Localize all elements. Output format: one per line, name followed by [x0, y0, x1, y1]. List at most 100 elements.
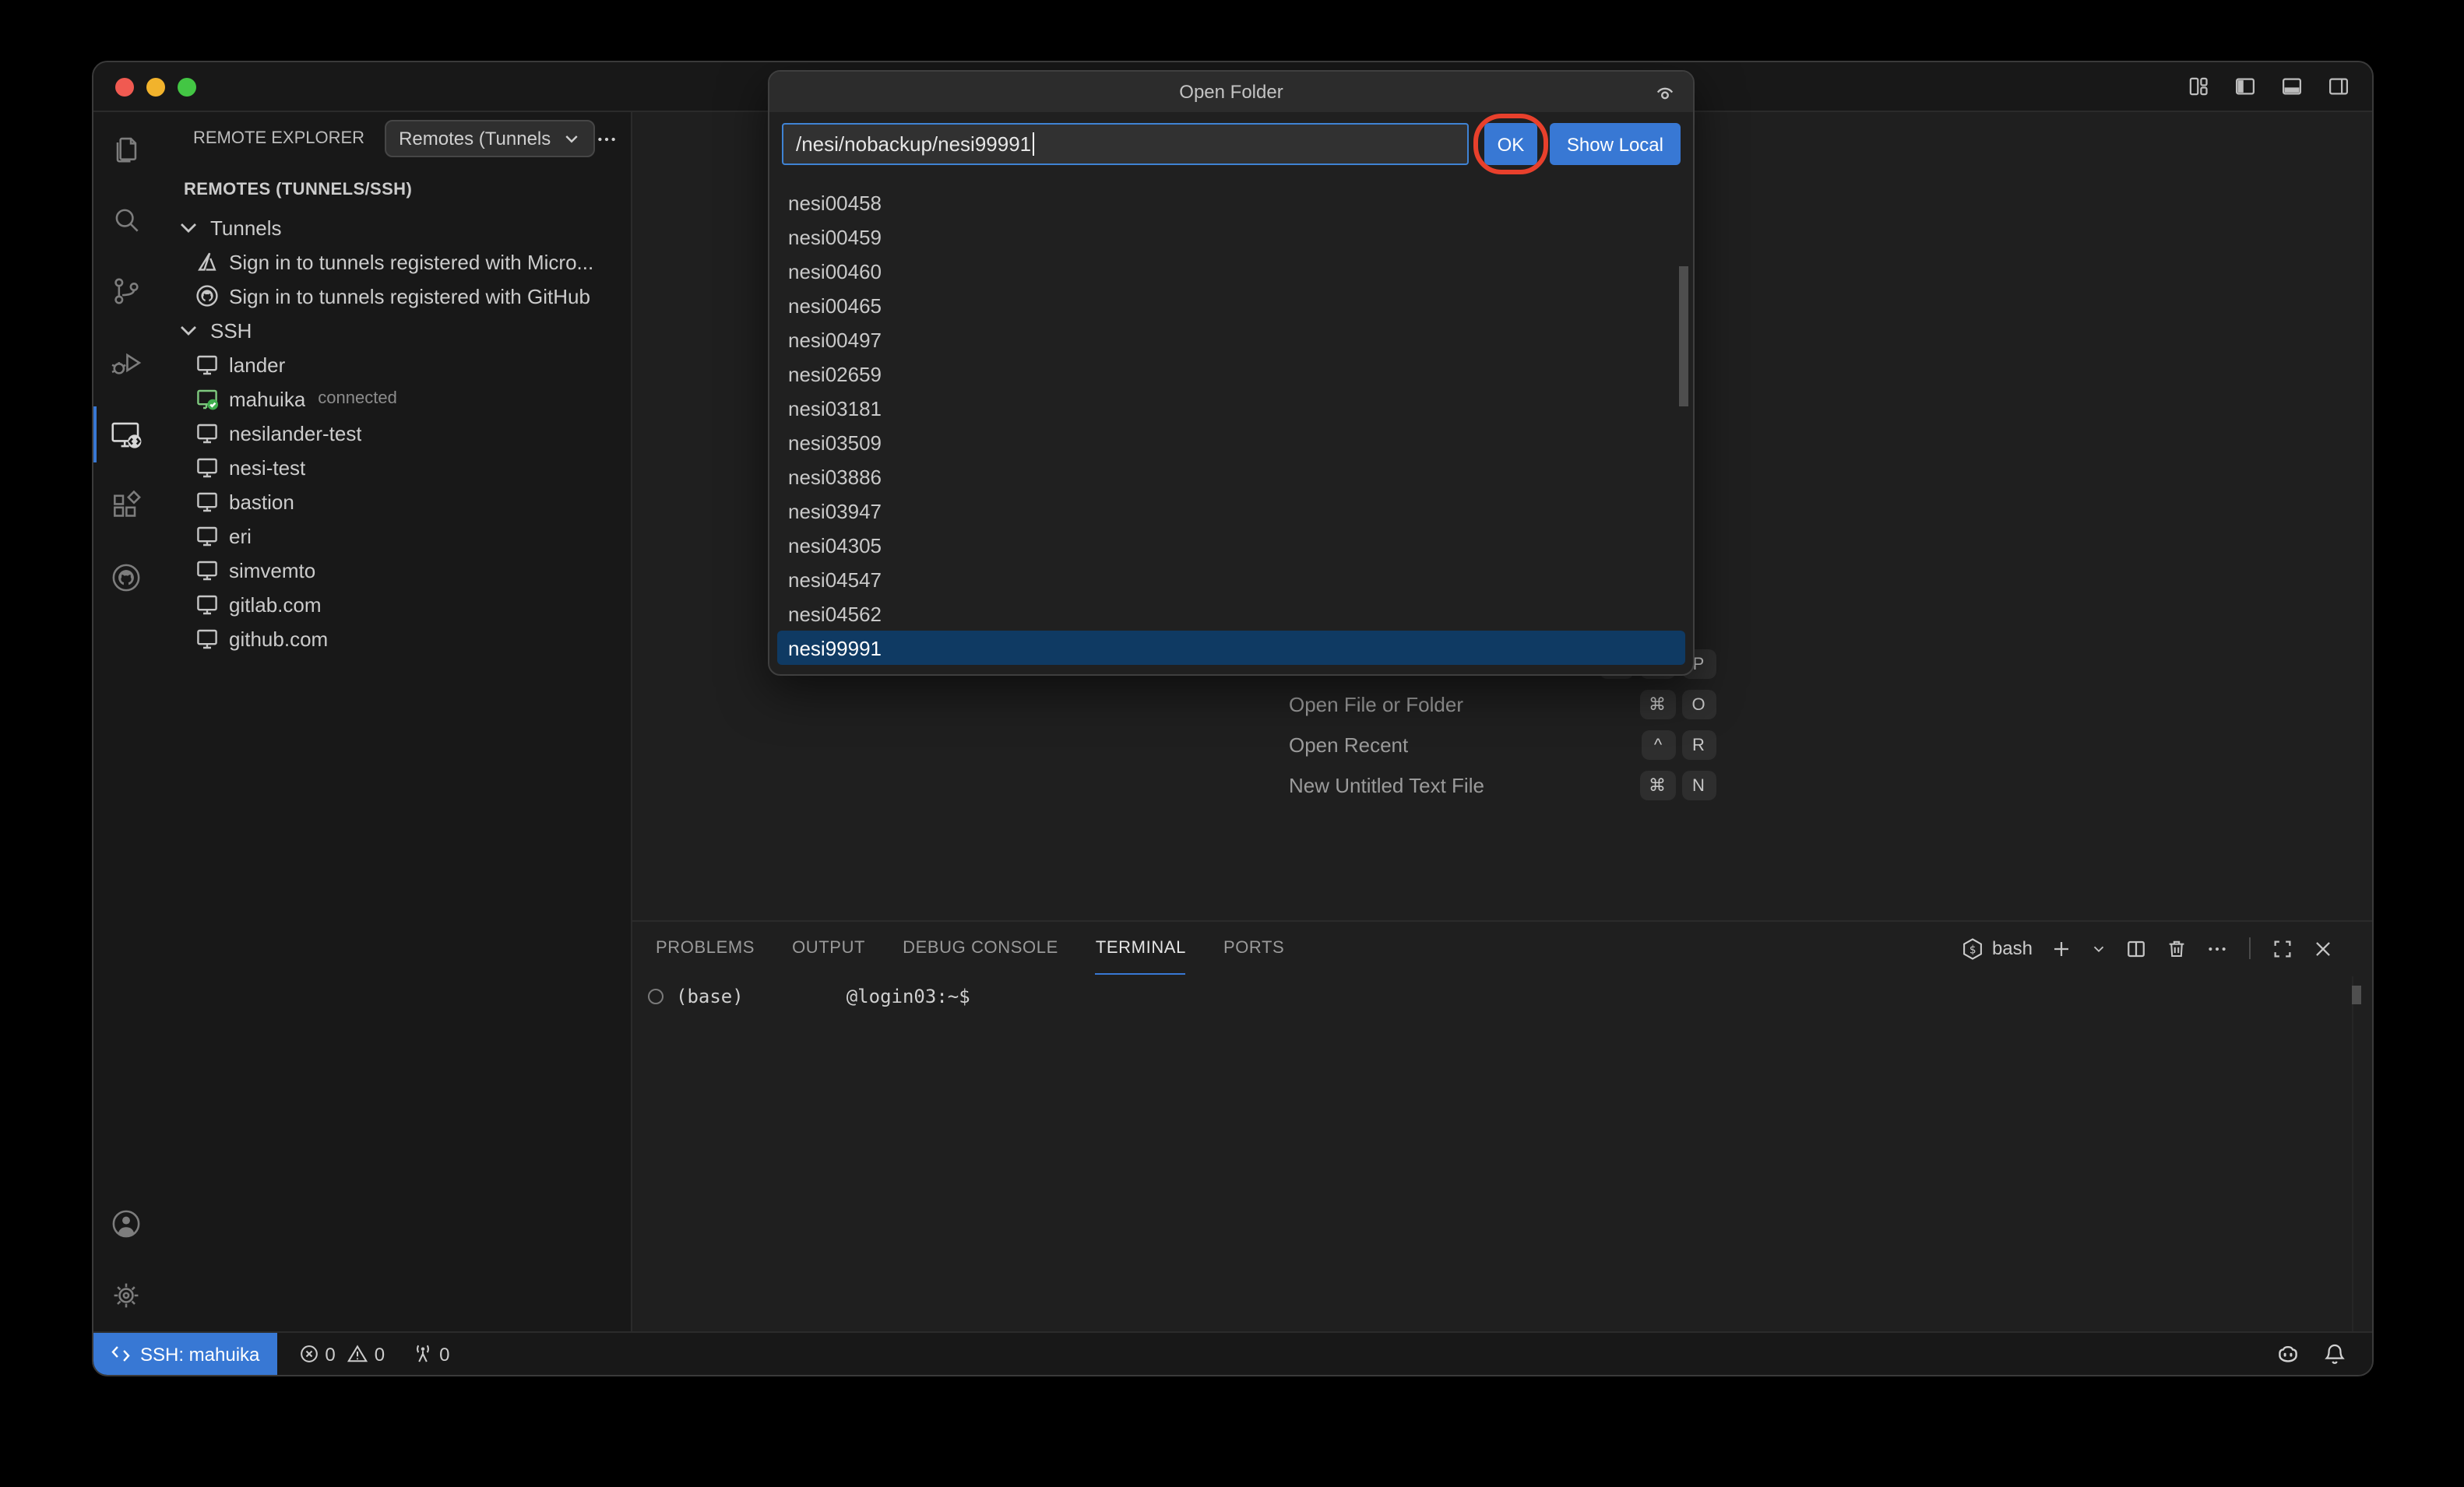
new-terminal-icon[interactable] [2050, 937, 2073, 960]
vm-icon [195, 455, 220, 480]
activity-bar-item-github[interactable] [93, 542, 157, 613]
chevron-down-icon [176, 318, 201, 343]
remote-item-ssh[interactable]: SSH [157, 313, 631, 347]
dialog-scrollbar-thumb[interactable] [1679, 266, 1688, 406]
forwarded-ports-status[interactable]: 0 [413, 1343, 449, 1365]
vm-connected-icon [195, 386, 220, 411]
maximize-panel-icon[interactable] [2271, 937, 2294, 960]
close-panel-icon[interactable] [2311, 937, 2335, 960]
toggle-panel-icon[interactable] [2280, 75, 2304, 98]
activity-bar-spacer [93, 613, 157, 1188]
remote-item-sign-in-to-tunnels-registered-with-github[interactable]: Sign in to tunnels registered with GitHu… [157, 279, 631, 313]
shortcut-row: Open Recent^R [1289, 730, 1716, 760]
source-control-icon [108, 274, 143, 308]
activity-bar-item-accounts[interactable] [93, 1188, 157, 1260]
vm-icon [195, 489, 220, 514]
activity-bar-item-extensions[interactable] [93, 470, 157, 542]
remote-indicator-label: SSH: mahuika [140, 1343, 259, 1365]
command-decoration-icon [648, 988, 664, 1004]
panel-tab-ports[interactable]: PORTS [1223, 922, 1284, 975]
remote-item-nesi-test[interactable]: nesi-test [157, 450, 631, 484]
panel-tab-debug-console[interactable]: DEBUG CONSOLE [903, 922, 1058, 975]
remote-item-nesilander-test[interactable]: nesilander-test [157, 416, 631, 450]
terminal-shell-chip[interactable]: $ bash [1961, 937, 2033, 960]
remotes-tree: Tunnels Sign in to tunnels registered wit… [157, 210, 631, 656]
chevron-down-icon [561, 129, 580, 148]
show-local-button-label: Show Local [1567, 133, 1663, 155]
shortcut-row: Open File or Folder⌘O [1289, 690, 1716, 719]
open-folder-dialog: Open Folder /nesi/nobackup/nesi99991 OK [768, 70, 1695, 676]
inspect-toggle-icon[interactable] [1653, 79, 1677, 104]
copilot-icon[interactable] [2276, 1341, 2300, 1366]
explorer-icon [108, 131, 143, 165]
folder-option-nesi00465[interactable]: nesi00465 [777, 288, 1685, 322]
folder-option-nesi03947[interactable]: nesi03947 [777, 494, 1685, 528]
toggle-secondary-sidebar-icon[interactable] [2327, 75, 2350, 98]
folder-option-nesi02659[interactable]: nesi02659 [777, 357, 1685, 391]
activity-bar-item-source-control[interactable] [93, 255, 157, 327]
remote-item-lander[interactable]: lander [157, 347, 631, 381]
folder-option-nesi03181[interactable]: nesi03181 [777, 391, 1685, 425]
terminal-launch-dropdown-icon[interactable] [2090, 940, 2107, 957]
activity-bar-item-search[interactable] [93, 184, 157, 255]
panel-tab-output[interactable]: OUTPUT [792, 922, 865, 975]
folder-option-nesi00458[interactable]: nesi00458 [777, 185, 1685, 220]
folder-path-input[interactable]: /nesi/nobackup/nesi99991 [782, 123, 1469, 165]
remote-item-github-com[interactable]: github.com [157, 621, 631, 656]
split-terminal-icon[interactable] [2124, 937, 2148, 960]
folder-option-nesi99991[interactable]: nesi99991 [777, 631, 1685, 665]
show-local-button[interactable]: Show Local [1550, 123, 1681, 165]
folder-option-nesi00460[interactable]: nesi00460 [777, 254, 1685, 288]
minimize-window-button[interactable] [146, 77, 165, 96]
remote-icon [111, 1344, 131, 1364]
zoom-window-button[interactable] [178, 77, 196, 96]
bottom-panel: PROBLEMS OUTPUT DEBUG CONSOLE TERMINAL PORTS… [632, 920, 2372, 1331]
activity-bar-item-remote-explorer[interactable] [93, 399, 157, 470]
search-icon [108, 202, 143, 237]
remote-indicator[interactable]: SSH: mahuika [93, 1333, 276, 1375]
folder-option-nesi03886[interactable]: nesi03886 [777, 459, 1685, 494]
vm-icon [195, 557, 220, 582]
warnings-icon [348, 1344, 368, 1364]
shortcut-label: Open Recent [1289, 733, 1641, 757]
activity-bar-item-settings-gear[interactable] [93, 1260, 157, 1331]
folder-option-nesi03509[interactable]: nesi03509 [777, 425, 1685, 459]
remote-item-simvemto[interactable]: simvemto [157, 553, 631, 587]
terminal-scrollbar-thumb[interactable] [2352, 986, 2361, 1004]
shortcut-keys: ⌘N [1639, 771, 1716, 800]
remote-item-label: Sign in to tunnels registered with Micro… [229, 250, 593, 273]
remote-item-sign-in-to-tunnels-registered-with-micro[interactable]: Sign in to tunnels registered with Micro… [157, 244, 631, 279]
activity-bar-item-explorer[interactable] [93, 112, 157, 184]
panel-tab-terminal[interactable]: TERMINAL [1096, 922, 1186, 975]
remote-item-eri[interactable]: eri [157, 519, 631, 553]
terminal-viewport[interactable]: (base) @login03:~$ [632, 975, 2372, 1331]
ok-button[interactable]: OK [1484, 123, 1537, 165]
remote-scope-select[interactable]: Remotes (Tunnels [385, 120, 594, 157]
sidebar-more-actions-icon[interactable] [594, 127, 618, 150]
remote-item-label: lander [229, 353, 285, 376]
folder-option-nesi00459[interactable]: nesi00459 [777, 220, 1685, 254]
activity-bar-item-run-debug[interactable] [93, 327, 157, 399]
vscode-window: REMOTE EXPLORER Remotes (Tunnels REMOTES… [92, 61, 2374, 1376]
remote-item-gitlab-com[interactable]: gitlab.com [157, 587, 631, 621]
customize-layout-icon[interactable] [2187, 75, 2210, 98]
remote-item-mahuika[interactable]: mahuikaconnected [157, 381, 631, 416]
folder-option-nesi04547[interactable]: nesi04547 [777, 562, 1685, 596]
panel-more-actions-icon[interactable] [2205, 937, 2229, 960]
terminal-prompt-text: @login03:~$ [847, 985, 970, 1007]
notifications-bell-icon[interactable] [2322, 1341, 2347, 1366]
keycap: ⌘ [1639, 771, 1675, 800]
remote-item-bastion[interactable]: bastion [157, 484, 631, 519]
folder-option-nesi04305[interactable]: nesi04305 [777, 528, 1685, 562]
panel-tab-problems[interactable]: PROBLEMS [656, 922, 755, 975]
dialog-titlebar: Open Folder [769, 72, 1693, 112]
toggle-primary-sidebar-icon[interactable] [2233, 75, 2257, 98]
kill-terminal-icon[interactable] [2165, 937, 2188, 960]
problems-status[interactable]: 0 0 [298, 1343, 385, 1365]
terminal-prompt-line: (base) @login03:~$ [648, 983, 2341, 1009]
folder-option-nesi00497[interactable]: nesi00497 [777, 322, 1685, 357]
folder-option-nesi04562[interactable]: nesi04562 [777, 596, 1685, 631]
close-window-button[interactable] [115, 77, 134, 96]
remote-item-tunnels[interactable]: Tunnels [157, 210, 631, 244]
terminal-env-text: (base) [676, 985, 744, 1007]
